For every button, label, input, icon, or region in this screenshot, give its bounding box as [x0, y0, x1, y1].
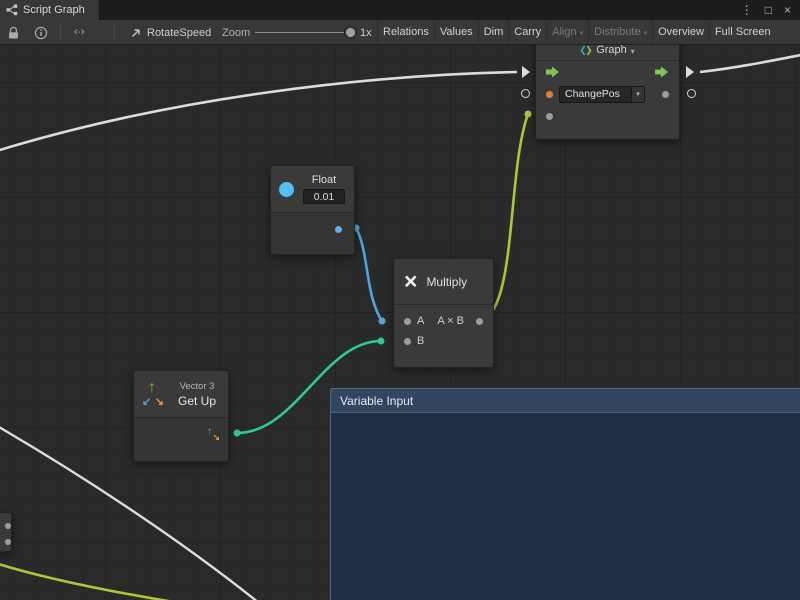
float-value-input[interactable]: 0.01 [303, 189, 345, 204]
port-row-b: B [394, 331, 493, 351]
flow-input-port[interactable] [546, 66, 560, 78]
toolbar-separator [114, 23, 115, 41]
dropdown-value: ChangePos [560, 87, 631, 102]
value-input-port[interactable] [546, 91, 553, 98]
group-title: Variable Input [340, 394, 413, 408]
node-port-section: ↑ ↘ [134, 418, 228, 461]
node-header[interactable]: Float 0.01 [271, 166, 354, 213]
wire-bottom-green[interactable] [0, 562, 206, 600]
value-output-port[interactable] [662, 91, 669, 98]
float-output-port[interactable] [335, 226, 342, 233]
group-header[interactable]: Variable Input [331, 389, 800, 413]
group-variable-input[interactable]: Variable Input [330, 388, 800, 600]
flow-wire-arrow [522, 66, 530, 78]
node-float-literal[interactable]: Float 0.01 [270, 165, 355, 255]
chevron-down-icon: ▾ [580, 29, 584, 37]
window-titlebar: Script Graph ⋮ □ × [0, 0, 800, 20]
values-button[interactable]: Values [434, 20, 478, 44]
info-icon[interactable] [34, 26, 48, 40]
script-graph-icon [6, 4, 18, 16]
toolbar-separator [60, 23, 61, 41]
chevron-down-icon: ▾ [644, 29, 648, 37]
maximize-icon[interactable]: □ [765, 4, 772, 16]
port-label-a: A [417, 315, 424, 327]
distribute-button[interactable]: Distribute ▾ [588, 20, 652, 44]
changepos-dropdown[interactable]: ChangePos ▾ [559, 86, 645, 103]
node-title: Get Up [178, 394, 216, 408]
overview-button[interactable]: Overview [652, 20, 709, 44]
wire-endpoint [378, 338, 385, 345]
value-input-port[interactable] [546, 113, 553, 120]
wire-float-to-multiply-a[interactable] [356, 228, 382, 321]
align-button[interactable]: Align ▾ [546, 20, 588, 44]
tab-script-graph[interactable]: Script Graph [0, 0, 100, 20]
node-header[interactable]: Graph ▾ [536, 45, 679, 61]
port-row-a: A A × B [394, 311, 493, 331]
graph-toolbar: ‹∙› RotateSpeed Zoom 1x Relations Values… [0, 20, 800, 45]
lock-icon[interactable] [7, 26, 20, 40]
multiply-icon: × [404, 270, 417, 293]
node-partial-left[interactable] [0, 512, 12, 552]
toolbar-buttons: Relations Values Dim Carry Align ▾ Distr… [377, 20, 800, 44]
value-port-row: ChangePos ▾ [536, 83, 679, 105]
port-label-output: A × B [437, 315, 464, 327]
value-port-row [536, 105, 679, 127]
vector3-icon: ↑ ↙ ↘ [141, 378, 167, 410]
node-header[interactable]: × Multiply [394, 259, 493, 305]
graph-reference[interactable]: RotateSpeed [130, 20, 211, 45]
node-header[interactable]: ↑ ↙ ↘ Vector 3 Get Up [134, 371, 228, 418]
fullscreen-button[interactable]: Full Screen [709, 20, 776, 44]
input-port-a[interactable] [404, 318, 411, 325]
input-port-b[interactable] [404, 338, 411, 345]
node-multiply[interactable]: × Multiply A A × B B [393, 258, 494, 368]
dim-button[interactable]: Dim [478, 20, 509, 44]
vector3-mini-icon[interactable]: ↑ ↘ [205, 427, 221, 443]
unconnected-port-ring[interactable] [521, 89, 530, 98]
flow-port-row [536, 61, 679, 83]
unconnected-port-ring[interactable] [687, 89, 696, 98]
code-view-icon[interactable]: ‹∙› [74, 26, 84, 38]
node-type-label: Vector 3 [180, 381, 215, 392]
zoom-label: Zoom [222, 27, 250, 39]
unity-script-graph-window: Script Graph ⋮ □ × ‹∙› RotateSpeed Zoom [0, 0, 800, 600]
chevron-down-icon: ▾ [631, 87, 644, 102]
window-controls: ⋮ □ × [741, 0, 800, 20]
float-type-icon [279, 182, 294, 197]
port-dot[interactable] [5, 539, 11, 545]
close-icon[interactable]: × [784, 4, 791, 16]
node-port-section [271, 213, 354, 254]
graph-chevrons-icon [580, 45, 592, 56]
port-dot[interactable] [5, 523, 11, 529]
wire-endpoint [525, 111, 532, 118]
zoom-slider[interactable] [255, 32, 352, 33]
carry-button[interactable]: Carry [508, 20, 546, 44]
flow-output-port[interactable] [655, 66, 669, 78]
chevron-down-icon: ▾ [631, 48, 635, 56]
node-title: Graph [596, 45, 627, 56]
zoom-value: 1x [360, 27, 372, 39]
wire-endpoint [234, 430, 241, 437]
wire-flow-incoming[interactable] [0, 72, 517, 153]
graph-canvas[interactable]: Variable Input [0, 45, 800, 600]
node-title: Float [312, 174, 336, 186]
port-label-b: B [417, 335, 424, 347]
wire-endpoint [379, 318, 386, 325]
graph-name: RotateSpeed [147, 27, 211, 39]
graph-arrow-icon [130, 27, 142, 39]
node-changepos-event[interactable]: Graph ▾ ChangePos ▾ [535, 45, 680, 140]
tab-label: Script Graph [23, 4, 85, 16]
flow-wire-arrow [686, 66, 694, 78]
output-port[interactable] [476, 318, 483, 325]
menu-icon[interactable]: ⋮ [741, 4, 753, 16]
zoom-slider-knob[interactable] [345, 27, 356, 38]
relations-button[interactable]: Relations [377, 20, 434, 44]
node-get-up[interactable]: ↑ ↙ ↘ Vector 3 Get Up ↑ ↘ [133, 370, 229, 462]
node-title: Multiply [426, 275, 467, 289]
wire-flow-outgoing[interactable] [700, 54, 800, 72]
